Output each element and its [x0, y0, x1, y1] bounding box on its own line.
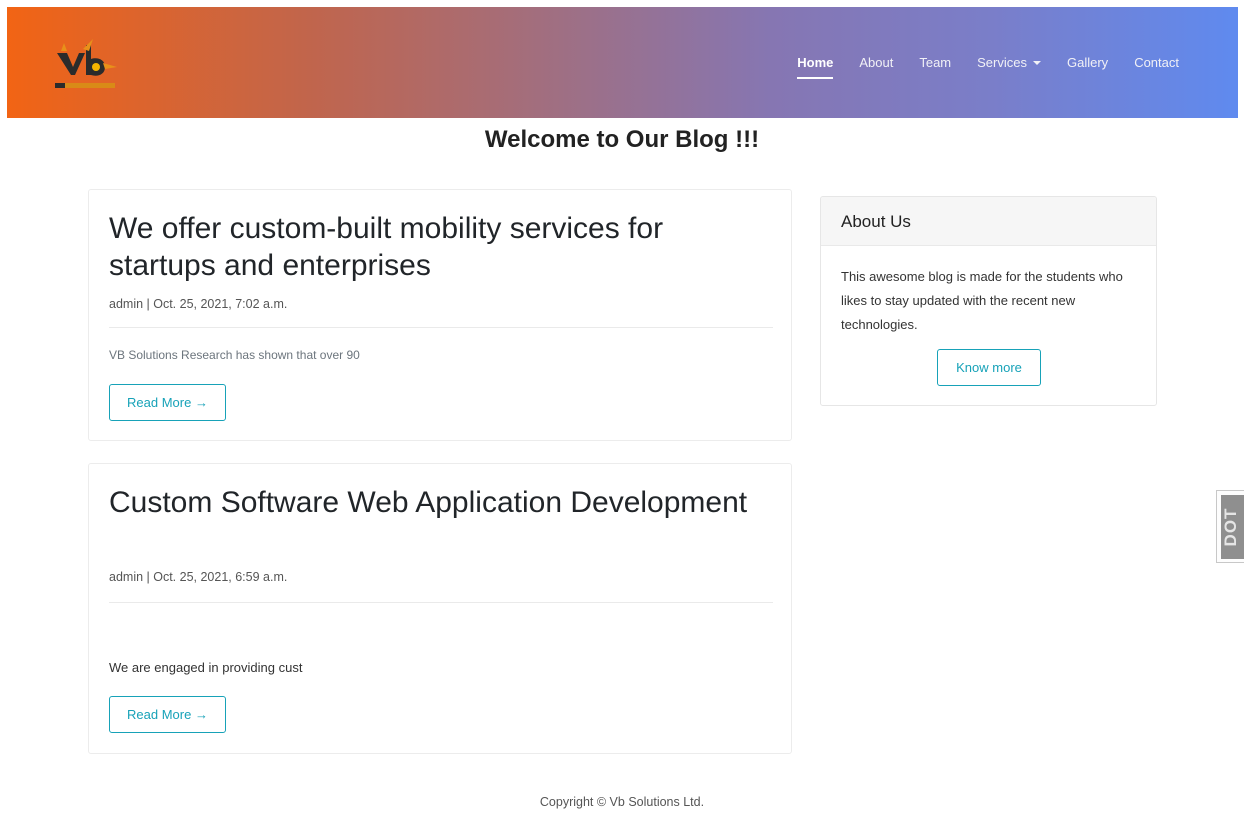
post-title[interactable]: We offer custom-built mobility services … — [109, 210, 749, 284]
read-more-button[interactable]: Read More → — [109, 384, 226, 421]
vb-solutions-logo[interactable] — [53, 37, 125, 93]
page-title: Welcome to Our Blog !!! — [484, 126, 760, 153]
nav-gallery-link[interactable]: Gallery — [1054, 52, 1121, 74]
nav-services-dropdown[interactable]: Services — [964, 52, 1054, 74]
about-us-text: This awesome blog is made for the studen… — [841, 269, 1123, 332]
post-divider — [109, 327, 773, 328]
logo-icon — [55, 39, 117, 88]
about-us-header: About Us — [821, 197, 1156, 246]
post-card: We offer custom-built mobility services … — [88, 189, 792, 441]
post-title[interactable]: Custom Software Web Application Developm… — [109, 484, 749, 521]
post-meta: admin | Oct. 25, 2021, 6:59 a.m. — [109, 570, 288, 584]
read-more-button[interactable]: Read More → — [109, 696, 226, 733]
post-excerpt: VB Solutions Research has shown that ove… — [109, 348, 360, 362]
side-tab-label: DOT — [1221, 507, 1240, 547]
navbar: Home About Team Services Gallery Contact — [7, 7, 1238, 118]
nav-contact-link[interactable]: Contact — [1121, 52, 1192, 74]
nav-team-link[interactable]: Team — [906, 52, 964, 74]
nav-menu: Home About Team Services Gallery Contact — [784, 7, 1192, 118]
nav-services-label: Services — [977, 54, 1027, 70]
post-excerpt: We are engaged in providing cust — [109, 660, 303, 675]
post-divider — [109, 602, 773, 603]
nav-home-link[interactable]: Home — [784, 52, 846, 79]
know-more-button[interactable]: Know more — [937, 349, 1041, 386]
about-us-card: About Us This awesome blog is made for t… — [820, 196, 1157, 406]
footer-copyright: Copyright © Vb Solutions Ltd. — [539, 795, 705, 809]
post-card: Custom Software Web Application Developm… — [88, 463, 792, 754]
nav-about-link[interactable]: About — [846, 52, 906, 74]
side-tab[interactable]: DOT — [1216, 490, 1244, 563]
chevron-down-icon — [1033, 61, 1041, 66]
post-meta: admin | Oct. 25, 2021, 7:02 a.m. — [109, 297, 288, 311]
